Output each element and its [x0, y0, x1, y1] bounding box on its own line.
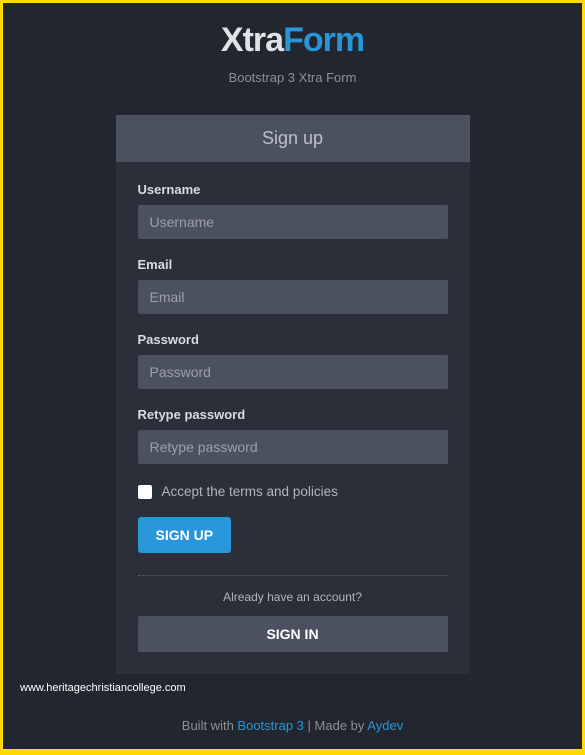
divider: [138, 575, 448, 576]
subtitle: Bootstrap 3 Xtra Form: [3, 70, 582, 85]
domain-text: www.heritagechristiancollege.com: [20, 682, 186, 694]
form-body: Username Email Password Retype password …: [116, 162, 470, 674]
brand-logo: XtraForm: [3, 21, 582, 60]
signin-button[interactable]: SIGN IN: [138, 616, 448, 652]
signup-form-panel: Sign up Username Email Password Retype p…: [116, 115, 470, 674]
terms-label: Accept the terms and policies: [162, 484, 338, 499]
retype-label: Retype password: [138, 407, 448, 422]
password-label: Password: [138, 332, 448, 347]
terms-row: Accept the terms and policies: [138, 484, 448, 499]
email-input[interactable]: [138, 280, 448, 314]
form-header: Sign up: [116, 115, 470, 162]
footer-made-by: Made by: [315, 718, 368, 733]
password-input[interactable]: [138, 355, 448, 389]
signup-button[interactable]: SIGN UP: [138, 517, 232, 553]
author-link[interactable]: Aydev: [367, 718, 403, 733]
footer: Built with Bootstrap 3 | Made by Aydev: [3, 718, 582, 733]
brand-first: Xtra: [221, 21, 283, 59]
username-input[interactable]: [138, 205, 448, 239]
terms-checkbox[interactable]: [138, 485, 152, 499]
header: XtraForm Bootstrap 3 Xtra Form: [3, 3, 582, 85]
footer-built-with: Built with: [182, 718, 238, 733]
bootstrap-link[interactable]: Bootstrap 3: [237, 718, 304, 733]
already-have-account-text: Already have an account?: [138, 590, 448, 604]
brand-second: Form: [283, 21, 364, 59]
footer-separator: |: [304, 718, 315, 733]
app-container: XtraForm Bootstrap 3 Xtra Form Sign up U…: [3, 3, 582, 749]
retype-input[interactable]: [138, 430, 448, 464]
username-label: Username: [138, 182, 448, 197]
email-label: Email: [138, 257, 448, 272]
